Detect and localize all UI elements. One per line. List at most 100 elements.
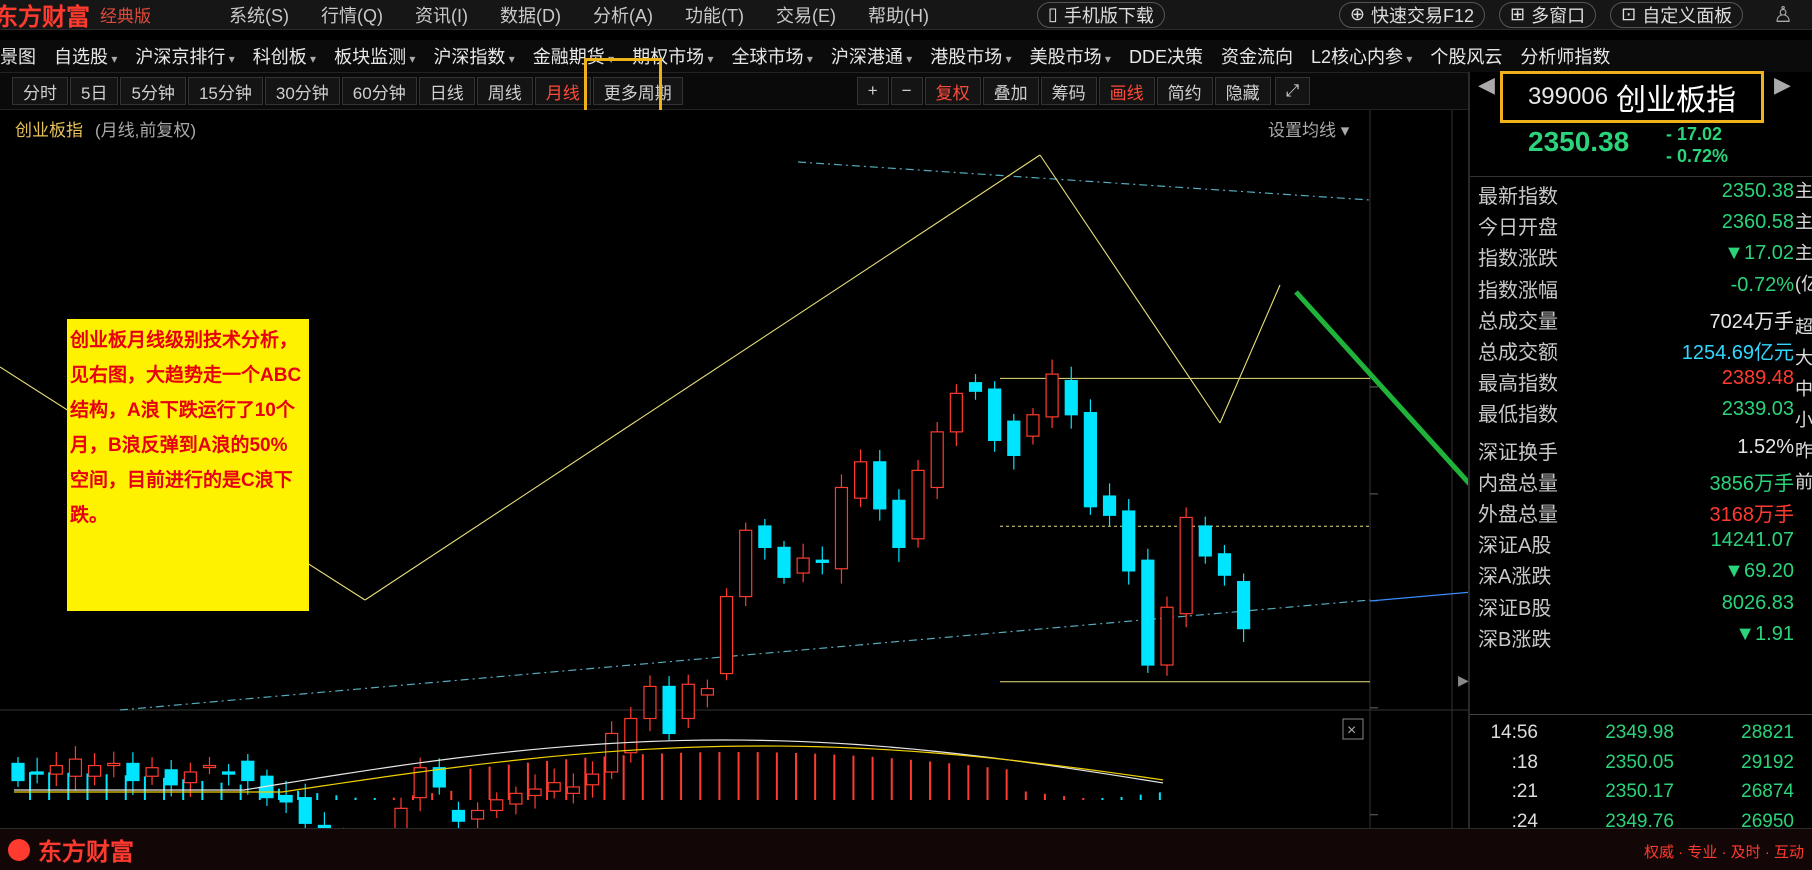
- custom-panel-button[interactable]: ⊡ 自定义面板: [1610, 1, 1744, 28]
- next-stock-icon[interactable]: ▶: [1774, 72, 1791, 98]
- menu-item[interactable]: 分析(A): [593, 2, 653, 28]
- menu-item[interactable]: 资讯(I): [415, 2, 468, 28]
- quote-label: 最低指数: [1478, 404, 1558, 427]
- period-tab[interactable]: 月线: [534, 77, 591, 105]
- phone-icon: ▯: [1047, 4, 1058, 24]
- kline-chart[interactable]: × 创业板指 (月线,前复权) 设置均线 ▾ 创业板月线级别技术分析，见右图，大…: [0, 110, 1711, 870]
- quote-value: ▼1.91: [1735, 622, 1794, 645]
- candle-body: [1179, 516, 1193, 615]
- chart-tool-button[interactable]: 简约: [1156, 77, 1213, 105]
- menu-item[interactable]: 功能(T): [685, 2, 744, 28]
- candle-body: [107, 762, 121, 767]
- nav-item[interactable]: 科创板: [253, 43, 316, 69]
- fullscreen-icon[interactable]: ⤢: [1274, 77, 1311, 105]
- quote-row: 最新指数 2350.38: [1478, 180, 1794, 209]
- chart-tool-button[interactable]: −: [890, 77, 923, 105]
- last-price: 2350.38: [1528, 126, 1630, 157]
- candle-body: [1064, 379, 1078, 416]
- divider: [1470, 176, 1812, 177]
- tick-time: 14:56: [1490, 722, 1538, 743]
- candle-body: [1122, 510, 1136, 572]
- quote-label: 深B涨跌: [1478, 628, 1552, 651]
- chart-title: 创业板指: [15, 121, 83, 140]
- nav-item[interactable]: 港股市场: [930, 43, 1011, 69]
- quote-row: 指数涨跌 ▼17.02: [1478, 242, 1794, 271]
- candle-body: [298, 797, 312, 824]
- quote-row: 深A涨跌 ▼69.20: [1478, 560, 1794, 589]
- tick-time: :21: [1511, 781, 1538, 802]
- tick-price: 2350.05: [1605, 751, 1674, 773]
- menu-item[interactable]: 系统(S): [229, 2, 289, 28]
- menu-item[interactable]: 行情(Q): [321, 2, 383, 28]
- candle-body: [1236, 580, 1251, 630]
- period-tab[interactable]: 15分钟: [187, 77, 263, 105]
- chart-tool-button[interactable]: +: [856, 77, 889, 105]
- nav-item[interactable]: 沪深港通: [831, 43, 912, 69]
- chart-tool-button[interactable]: 复权: [924, 77, 981, 105]
- candle-body: [643, 685, 657, 720]
- nav-item[interactable]: 景图: [0, 43, 36, 69]
- nav-item[interactable]: 沪深京排行: [135, 43, 234, 69]
- candle-body: [1026, 414, 1040, 437]
- wave-line: [1219, 284, 1281, 424]
- quote-value: 2350.38: [1721, 180, 1794, 202]
- user-icon[interactable]: ♙: [1773, 2, 1793, 28]
- quote-value: 8026.83: [1721, 591, 1794, 614]
- side-scroll-handle[interactable]: ▶: [1458, 672, 1469, 712]
- period-tab[interactable]: 分时: [12, 77, 68, 105]
- prev-stock-icon[interactable]: ◀: [1478, 72, 1495, 98]
- quote-value: ▼17.02: [1724, 242, 1794, 265]
- nav-item[interactable]: 沪深指数: [433, 43, 514, 69]
- quote-label: 最高指数: [1478, 373, 1558, 396]
- window-icon: ⊞: [1510, 4, 1526, 24]
- candle-body: [605, 732, 619, 773]
- period-tab[interactable]: 60分钟: [341, 77, 417, 105]
- chart-tool-button[interactable]: 筹码: [1040, 77, 1097, 105]
- nav-item[interactable]: 全球市场: [732, 43, 813, 69]
- nav-item[interactable]: 分析师指数: [1520, 43, 1610, 69]
- stock-code: 399006: [1527, 83, 1609, 110]
- edge-char: 中: [1795, 379, 1812, 399]
- price-change-pct: - 0.72%: [1666, 146, 1729, 166]
- menu-item[interactable]: 交易(E): [776, 2, 836, 28]
- chart-tool-button[interactable]: 画线: [1098, 77, 1155, 105]
- period-tab[interactable]: 5日: [70, 77, 119, 105]
- quote-label: 深证换手: [1478, 441, 1558, 464]
- menu-item[interactable]: 帮助(H): [868, 2, 929, 28]
- quote-row: 深证换手 1.52%: [1478, 436, 1794, 465]
- period-tab[interactable]: 5分钟: [120, 77, 186, 105]
- period-tab[interactable]: 30分钟: [264, 77, 340, 105]
- candle-body: [700, 687, 715, 696]
- tick-time: :18: [1511, 751, 1538, 773]
- candle-body: [1083, 412, 1098, 508]
- ma-setting-button[interactable]: 设置均线 ▾: [1268, 116, 1349, 141]
- quote-row: 总成交额 1254.69亿元: [1478, 336, 1794, 365]
- multi-window-label: 多窗口: [1531, 5, 1586, 26]
- mobile-download-button[interactable]: ▯ 手机版下载: [1036, 1, 1165, 28]
- chart-tool-button[interactable]: 叠加: [982, 77, 1039, 105]
- quote-label: 最新指数: [1478, 186, 1558, 208]
- highlight-monthly: [584, 58, 662, 116]
- period-tab[interactable]: 日线: [418, 77, 475, 105]
- candle-body: [145, 767, 159, 777]
- nav-item[interactable]: L2核心内参: [1311, 43, 1412, 69]
- period-tab[interactable]: 周线: [476, 77, 533, 105]
- footer-logo-icon: [8, 838, 30, 861]
- quote-row: 最低指数 2339.03: [1478, 398, 1794, 427]
- nav-item[interactable]: 板块监测: [334, 43, 415, 69]
- nav-item[interactable]: 自选股: [54, 43, 117, 69]
- quick-trade-button[interactable]: ⊕ 快速交易F12: [1338, 1, 1486, 28]
- quote-value: 2360.58: [1721, 211, 1794, 234]
- chart-tool-button[interactable]: 隐藏: [1214, 77, 1271, 105]
- multi-window-button[interactable]: ⊞ 多窗口: [1499, 1, 1597, 28]
- nav-item[interactable]: 资金流向: [1221, 43, 1293, 69]
- footer-logo: 东方财富: [38, 839, 134, 866]
- nav-item[interactable]: DDE决策: [1129, 43, 1203, 69]
- quote-label: 深证B股: [1478, 597, 1552, 620]
- menu-item[interactable]: 数据(D): [500, 2, 561, 28]
- candle-body: [394, 807, 408, 863]
- nav-item[interactable]: 个股风云: [1430, 43, 1502, 69]
- ma-setting-label: 设置均线: [1268, 121, 1336, 140]
- nav-item[interactable]: 美股市场: [1030, 43, 1111, 69]
- footer-bar: 东方财富 权威 · 专业 · 及时 · 互动: [0, 828, 1812, 870]
